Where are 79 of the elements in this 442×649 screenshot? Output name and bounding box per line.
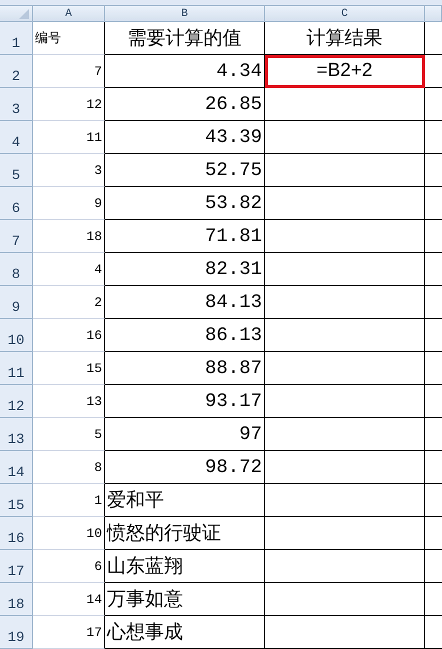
table-cell[interactable] — [265, 385, 425, 418]
row-header[interactable]: 18 — [0, 583, 33, 616]
table-cell[interactable] — [265, 220, 425, 253]
row-header[interactable]: 4 — [0, 121, 33, 154]
table-cell[interactable]: 16 — [33, 319, 105, 352]
table-cell[interactable]: 17 — [33, 616, 105, 649]
row-header[interactable]: 17 — [0, 550, 33, 583]
table-cell[interactable] — [265, 286, 425, 319]
table-cell[interactable]: 93.17 — [105, 385, 265, 418]
row-header[interactable]: 5 — [0, 154, 33, 187]
table-cell[interactable]: 4.34 — [105, 55, 265, 88]
table-cell[interactable]: 1 — [33, 484, 105, 517]
table-cell[interactable]: 3 — [33, 154, 105, 187]
table-cell[interactable] — [265, 187, 425, 220]
table-cell[interactable]: 心想事成 — [105, 616, 265, 649]
table-cell[interactable]: 15 — [33, 352, 105, 385]
table-cell[interactable] — [265, 517, 425, 550]
table-cell[interactable]: 53.82 — [105, 187, 265, 220]
table-cell[interactable] — [265, 616, 425, 649]
table-cell[interactable]: 97 — [105, 418, 265, 451]
table-cell[interactable] — [265, 451, 425, 484]
table-cell[interactable]: 愤怒的行驶证 — [105, 517, 265, 550]
row-header[interactable]: 3 — [0, 88, 33, 121]
table-cell[interactable] — [265, 88, 425, 121]
table-cell[interactable]: 14 — [33, 583, 105, 616]
table-cell[interactable]: 爱和平 — [105, 484, 265, 517]
table-cell[interactable]: 82.31 — [105, 253, 265, 286]
row-header[interactable]: 11 — [0, 352, 33, 385]
table-cell[interactable]: 84.13 — [105, 286, 265, 319]
row-header[interactable]: 16 — [0, 517, 33, 550]
row-header[interactable]: 12 — [0, 385, 33, 418]
row-header[interactable]: 7 — [0, 220, 33, 253]
table-cell[interactable]: 26.85 — [105, 88, 265, 121]
table-cell[interactable] — [265, 550, 425, 583]
row-header[interactable]: 6 — [0, 187, 33, 220]
table-cell[interactable] — [265, 583, 425, 616]
table-cell[interactable]: 6 — [33, 550, 105, 583]
table-cell[interactable] — [265, 352, 425, 385]
table-cell[interactable] — [265, 154, 425, 187]
row-header[interactable]: 8 — [0, 253, 33, 286]
table-cell[interactable]: 52.75 — [105, 154, 265, 187]
row-header[interactable]: 2 — [0, 55, 33, 88]
table-cell[interactable]: 10 — [33, 517, 105, 550]
table-cell[interactable]: 71.81 — [105, 220, 265, 253]
table-cell[interactable]: 4 — [33, 253, 105, 286]
table-cell[interactable]: =B2+2 — [265, 55, 425, 88]
table-cell[interactable] — [265, 484, 425, 517]
table-cell[interactable]: 43.39 — [105, 121, 265, 154]
table-cell[interactable] — [265, 253, 425, 286]
row-header[interactable]: 9 — [0, 286, 33, 319]
table-cell[interactable]: 需要计算的值 — [105, 22, 265, 55]
table-cell[interactable]: 山东蓝翔 — [105, 550, 265, 583]
table-cell[interactable]: 8 — [33, 451, 105, 484]
table-cell[interactable]: 18 — [33, 220, 105, 253]
row-header[interactable]: 19 — [0, 616, 33, 649]
table-cell[interactable] — [265, 121, 425, 154]
table-cell[interactable]: 86.13 — [105, 319, 265, 352]
table-cell[interactable]: 2 — [33, 286, 105, 319]
table-cell[interactable]: 12 — [33, 88, 105, 121]
row-header[interactable]: 15 — [0, 484, 33, 517]
table-cell[interactable]: 13 — [33, 385, 105, 418]
row-header[interactable]: 13 — [0, 418, 33, 451]
row-header[interactable]: 14 — [0, 451, 33, 484]
table-cell[interactable]: 编号 — [33, 22, 105, 55]
table-cell[interactable] — [265, 319, 425, 352]
table-cell[interactable]: 88.87 — [105, 352, 265, 385]
table-cell[interactable] — [265, 418, 425, 451]
table-cell[interactable]: 98.72 — [105, 451, 265, 484]
table-cell[interactable]: 11 — [33, 121, 105, 154]
table-cell[interactable]: 9 — [33, 187, 105, 220]
row-header[interactable]: 1 — [0, 22, 33, 55]
table-cell[interactable]: 计算结果 — [265, 22, 425, 55]
column-header[interactable]: A — [33, 6, 105, 22]
table-cell[interactable]: 7 — [33, 55, 105, 88]
table-cell[interactable]: 万事如意 — [105, 583, 265, 616]
table-cell[interactable]: 5 — [33, 418, 105, 451]
row-header[interactable]: 10 — [0, 319, 33, 352]
column-header[interactable]: C — [265, 6, 425, 22]
column-header[interactable]: B — [105, 6, 265, 22]
